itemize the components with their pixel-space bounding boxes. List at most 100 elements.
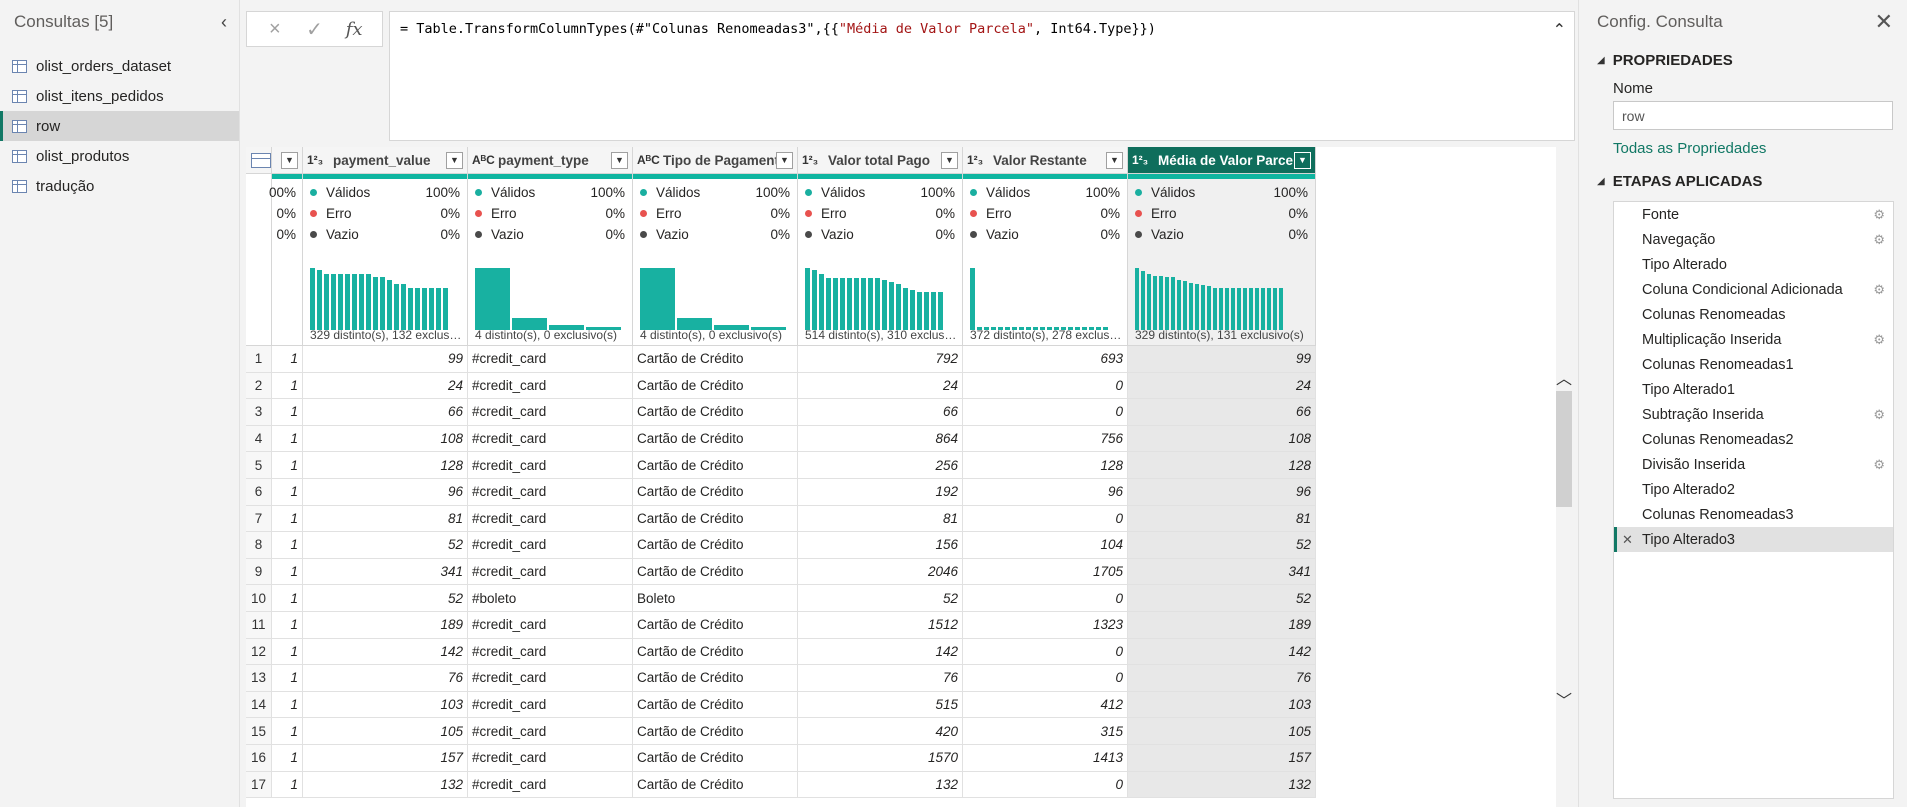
table-cell[interactable]: 157: [303, 745, 468, 772]
table-cell[interactable]: Cartão de Crédito: [633, 479, 798, 506]
table-cell[interactable]: 52: [798, 585, 963, 612]
gear-icon[interactable]: ⚙: [1873, 407, 1885, 423]
table-cell[interactable]: 1: [272, 718, 303, 745]
table-cell[interactable]: 99: [303, 346, 468, 373]
query-item[interactable]: tradução: [0, 171, 239, 201]
table-cell[interactable]: 864: [798, 425, 963, 453]
table-cell[interactable]: 515: [798, 691, 963, 719]
table-cell[interactable]: 1: [272, 771, 303, 799]
table-cell[interactable]: #credit_card: [468, 505, 633, 533]
collapse-pane-icon[interactable]: ‹: [221, 12, 227, 33]
table-cell[interactable]: #credit_card: [468, 479, 633, 506]
table-cell[interactable]: 157: [1128, 745, 1316, 772]
table-cell[interactable]: 96: [1128, 479, 1316, 506]
applied-step[interactable]: Subtração Inserida ⚙: [1614, 402, 1893, 427]
table-cell[interactable]: 103: [303, 691, 468, 719]
table-cell[interactable]: 1512: [798, 612, 963, 639]
table-cell[interactable]: Cartão de Crédito: [633, 505, 798, 533]
table-cell[interactable]: 1: [272, 425, 303, 453]
column-header[interactable]: ▼: [272, 147, 303, 174]
table-cell[interactable]: Cartão de Crédito: [633, 399, 798, 426]
table-cell[interactable]: 1: [272, 638, 303, 666]
table-cell[interactable]: Cartão de Crédito: [633, 612, 798, 639]
table-cell[interactable]: 2046: [798, 558, 963, 586]
cancel-formula-icon[interactable]: ×: [260, 18, 290, 41]
table-cell[interactable]: 66: [1128, 399, 1316, 426]
column-dropdown-button[interactable]: ▼: [1106, 151, 1123, 169]
scrollbar-thumb[interactable]: [1556, 391, 1572, 507]
table-cell[interactable]: 1: [272, 532, 303, 559]
table-cell[interactable]: 76: [303, 665, 468, 692]
applied-step[interactable]: Tipo Alterado2: [1614, 477, 1893, 502]
column-header[interactable]: AᴮC payment_type ▼: [468, 147, 633, 174]
column-dropdown-button[interactable]: ▼: [776, 151, 793, 169]
table-cell[interactable]: Cartão de Crédito: [633, 346, 798, 373]
column-dropdown-button[interactable]: ▼: [281, 151, 298, 169]
column-type-icon[interactable]: AᴮC: [472, 153, 495, 167]
table-cell[interactable]: 0: [963, 585, 1128, 612]
applied-step[interactable]: Tipo Alterado1: [1614, 377, 1893, 402]
table-cell[interactable]: Cartão de Crédito: [633, 718, 798, 745]
table-cell[interactable]: 99: [1128, 346, 1316, 373]
table-cell[interactable]: 81: [303, 505, 468, 533]
table-cell[interactable]: 189: [1128, 612, 1316, 639]
scroll-down-icon[interactable]: ﹀: [1554, 687, 1574, 710]
table-cell[interactable]: #boleto: [468, 585, 633, 612]
table-cell[interactable]: Cartão de Crédito: [633, 372, 798, 400]
applied-step[interactable]: Coluna Condicional Adicionada ⚙: [1614, 277, 1893, 302]
table-cell[interactable]: 0: [963, 505, 1128, 533]
table-cell[interactable]: #credit_card: [468, 452, 633, 479]
table-cell[interactable]: Cartão de Crédito: [633, 771, 798, 799]
table-cell[interactable]: 52: [303, 532, 468, 559]
table-cell[interactable]: Cartão de Crédito: [633, 452, 798, 479]
applied-step[interactable]: ✕ Tipo Alterado3: [1614, 527, 1893, 552]
table-cell[interactable]: #credit_card: [468, 638, 633, 666]
table-cell[interactable]: #credit_card: [468, 425, 633, 453]
table-cell[interactable]: 156: [798, 532, 963, 559]
table-cell[interactable]: 189: [303, 612, 468, 639]
table-cell[interactable]: #credit_card: [468, 718, 633, 745]
table-cell[interactable]: 1: [272, 505, 303, 533]
applied-steps-section-header[interactable]: ◢ ETAPAS APLICADAS: [1597, 173, 1907, 190]
table-cell[interactable]: 81: [798, 505, 963, 533]
table-cell[interactable]: Boleto: [633, 585, 798, 612]
table-cell[interactable]: #credit_card: [468, 558, 633, 586]
table-cell[interactable]: 76: [798, 665, 963, 692]
column-header[interactable]: 1²₃ Valor total Pago ▼: [798, 147, 963, 174]
table-cell[interactable]: 1: [272, 745, 303, 772]
table-cell[interactable]: 66: [303, 399, 468, 426]
table-cell[interactable]: 1: [272, 585, 303, 612]
table-cell[interactable]: 1: [272, 399, 303, 426]
table-cell[interactable]: 96: [963, 479, 1128, 506]
table-cell[interactable]: 81: [1128, 505, 1316, 533]
table-cell[interactable]: 1: [272, 558, 303, 586]
table-cell[interactable]: Cartão de Crédito: [633, 691, 798, 719]
table-cell[interactable]: #credit_card: [468, 372, 633, 400]
delete-step-icon[interactable]: ✕: [1622, 532, 1633, 548]
table-cell[interactable]: 103: [1128, 691, 1316, 719]
gear-icon[interactable]: ⚙: [1873, 232, 1885, 248]
table-cell[interactable]: 256: [798, 452, 963, 479]
formula-input[interactable]: = Table.TransformColumnTypes(#"Colunas R…: [389, 11, 1575, 141]
table-cell[interactable]: Cartão de Crédito: [633, 638, 798, 666]
column-type-icon[interactable]: 1²₃: [307, 153, 329, 167]
applied-step[interactable]: Colunas Renomeadas3: [1614, 502, 1893, 527]
column-header[interactable]: 1²₃ payment_value ▼: [303, 147, 468, 174]
table-cell[interactable]: #credit_card: [468, 612, 633, 639]
applied-step[interactable]: Colunas Renomeadas: [1614, 302, 1893, 327]
table-cell[interactable]: 0: [963, 399, 1128, 426]
confirm-formula-icon[interactable]: ✓: [299, 17, 329, 42]
table-cell[interactable]: Cartão de Crédito: [633, 532, 798, 559]
table-cell[interactable]: 24: [1128, 372, 1316, 400]
column-dropdown-button[interactable]: ▼: [611, 151, 628, 169]
table-cell[interactable]: #credit_card: [468, 346, 633, 373]
applied-step[interactable]: Fonte ⚙: [1614, 202, 1893, 227]
applied-step[interactable]: Navegação ⚙: [1614, 227, 1893, 252]
column-dropdown-button[interactable]: ▼: [941, 151, 958, 169]
table-cell[interactable]: 142: [303, 638, 468, 666]
gear-icon[interactable]: ⚙: [1873, 332, 1885, 348]
column-dropdown-button[interactable]: ▼: [446, 151, 463, 169]
table-cell[interactable]: 1: [272, 479, 303, 506]
applied-step[interactable]: Colunas Renomeadas2: [1614, 427, 1893, 452]
table-cell[interactable]: 0: [963, 665, 1128, 692]
